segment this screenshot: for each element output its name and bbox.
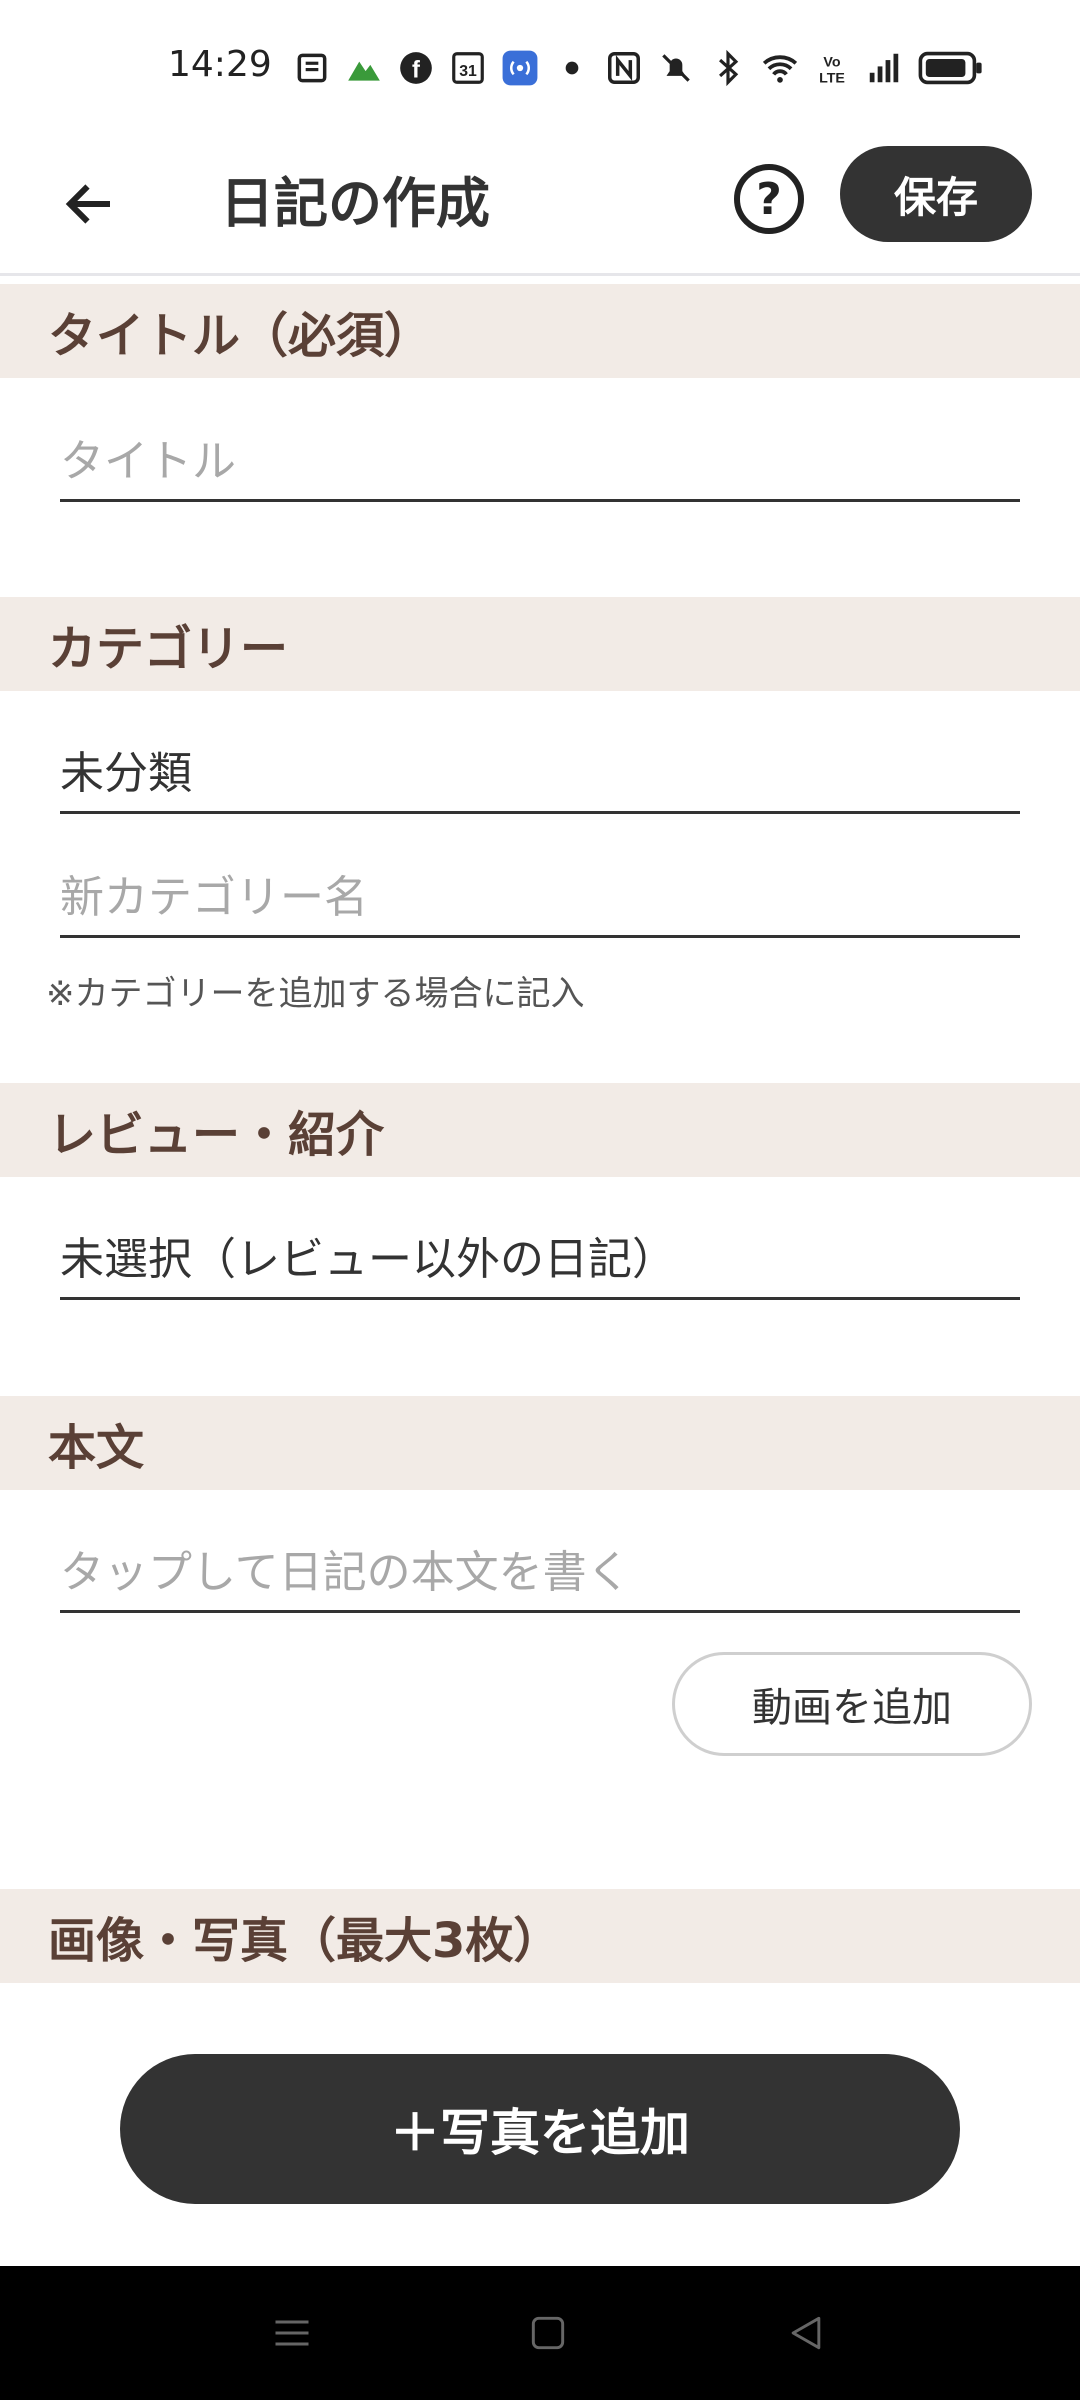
svg-text:31: 31 xyxy=(459,63,477,80)
recent-apps-button[interactable] xyxy=(262,2306,322,2360)
section-header-review: レビュー・紹介 xyxy=(0,1083,1080,1177)
help-icon: ? xyxy=(756,173,782,225)
back-nav-button[interactable] xyxy=(776,2306,836,2360)
category-note: ※カテゴリーを追加する場合に記入 xyxy=(46,974,585,1014)
add-video-button[interactable]: 動画を追加 xyxy=(672,1652,1032,1756)
wifi-icon xyxy=(760,48,800,88)
category-select[interactable]: 未分類 xyxy=(60,734,1020,814)
calendar-icon: 31 xyxy=(448,48,488,88)
new-category-input[interactable]: 新カテゴリー名 xyxy=(60,858,1020,938)
triangle-back-icon xyxy=(791,2316,821,2350)
news-icon xyxy=(292,48,332,88)
app-bar: 日記の作成 ? 保存 xyxy=(0,136,1080,276)
broadcast-icon xyxy=(500,48,540,88)
review-select[interactable]: 未選択（レビュー以外の日記） xyxy=(60,1220,1020,1300)
section-header-category: カテゴリー xyxy=(0,597,1080,691)
status-icons: f 31 Vo LTE xyxy=(292,44,986,92)
status-bar: 14:29 f 31 Vo LTE xyxy=(0,0,1080,136)
home-button[interactable] xyxy=(518,2306,578,2360)
signal-icon xyxy=(864,48,904,88)
svg-text:LTE: LTE xyxy=(819,70,845,86)
title-input[interactable]: タイトル xyxy=(60,422,1020,502)
save-button[interactable]: 保存 xyxy=(840,146,1032,242)
section-header-images: 画像・写真（最大3枚） xyxy=(0,1889,1080,1983)
section-header-body: 本文 xyxy=(0,1396,1080,1490)
system-nav-bar xyxy=(0,2266,1080,2400)
arrow-left-icon xyxy=(65,184,110,224)
add-photo-button[interactable]: ＋写真を追加 xyxy=(120,2054,960,2204)
svg-text:f: f xyxy=(412,57,420,84)
body-input[interactable]: タップして日記の本文を書く xyxy=(60,1533,1020,1613)
section-header-title: タイトル（必須） xyxy=(0,284,1080,378)
square-icon xyxy=(531,2316,565,2350)
dot-icon xyxy=(552,48,592,88)
nfc-icon xyxy=(604,48,644,88)
status-time: 14:29 xyxy=(168,44,272,85)
facebook-icon: f xyxy=(396,48,436,88)
page-title: 日記の作成 xyxy=(220,172,490,235)
help-button[interactable]: ? xyxy=(734,164,804,234)
battery-icon xyxy=(916,48,986,88)
svg-text:Vo: Vo xyxy=(823,54,840,70)
menu-icon xyxy=(275,2320,309,2346)
mute-icon xyxy=(656,48,696,88)
back-button[interactable] xyxy=(52,166,128,242)
volte-icon: Vo LTE xyxy=(812,48,852,88)
bluetooth-icon xyxy=(708,48,748,88)
mountain-icon xyxy=(344,48,384,88)
